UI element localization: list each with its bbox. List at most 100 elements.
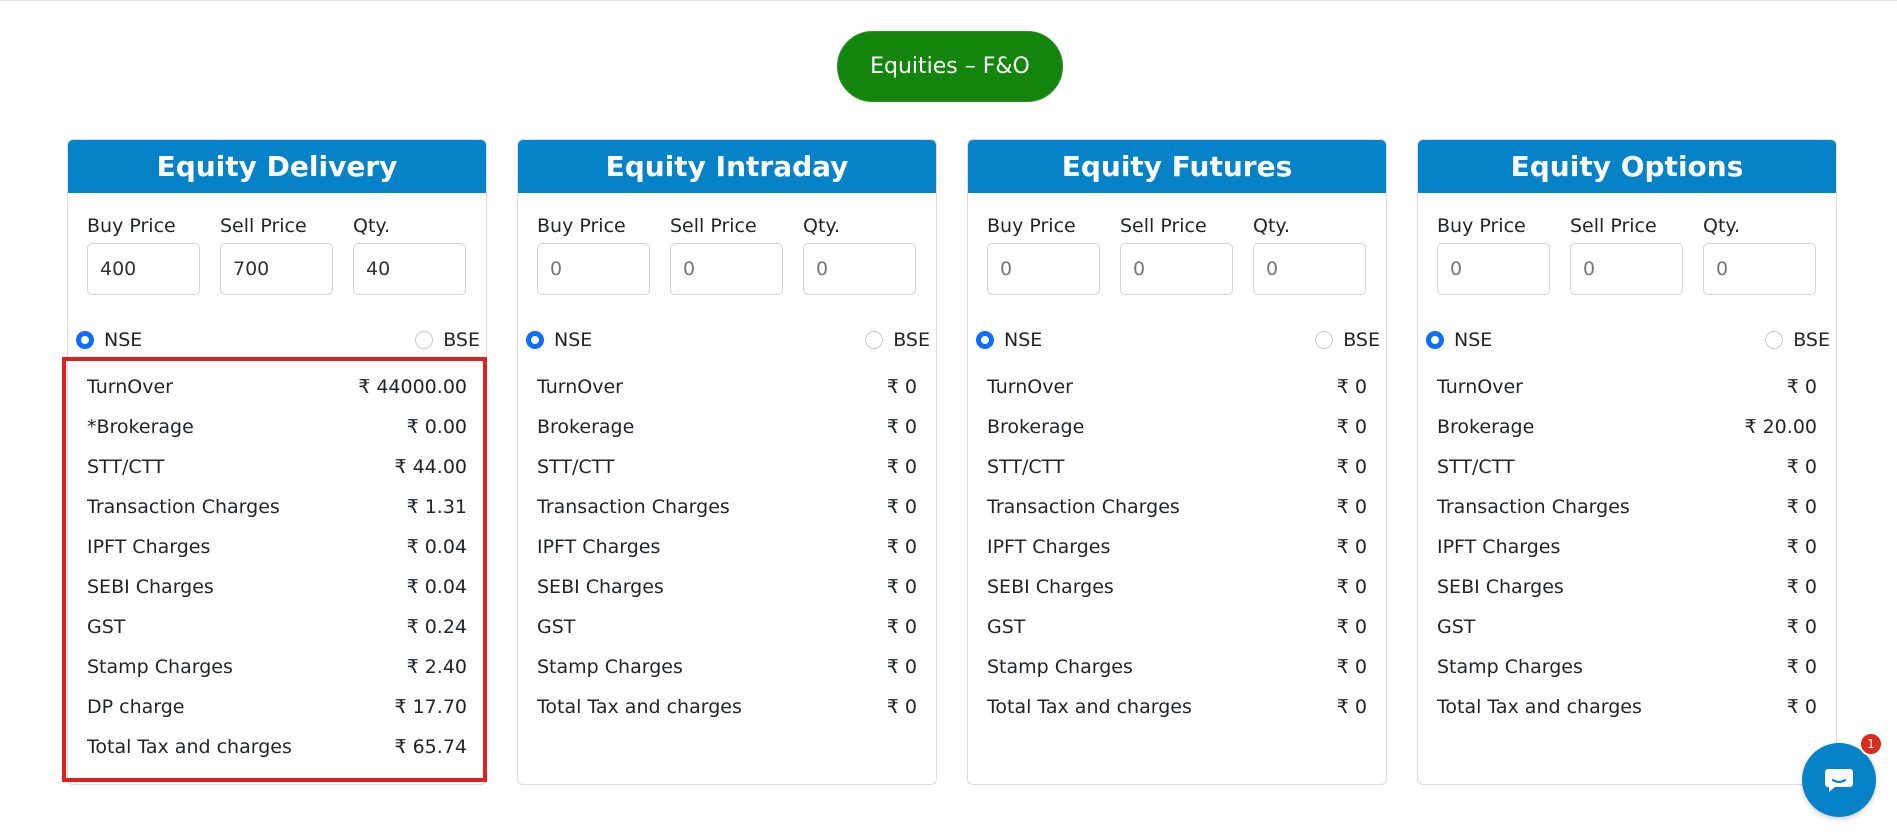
buy-price-input[interactable] xyxy=(537,243,650,295)
charge-label: TurnOver xyxy=(537,376,623,398)
nse-radio[interactable]: NSE xyxy=(76,329,142,351)
qty-label: Qty. xyxy=(1703,215,1740,237)
qty-input[interactable] xyxy=(1703,243,1816,295)
sell-price-input[interactable] xyxy=(220,243,333,295)
exchange-selector: NSE BSE xyxy=(76,329,480,355)
qty-label: Qty. xyxy=(803,215,840,237)
qty-field: Qty. xyxy=(803,213,916,295)
sell-price-field: Sell Price xyxy=(1120,213,1233,295)
charge-value: ₹ 0 xyxy=(1786,456,1817,478)
sell-price-field: Sell Price xyxy=(1570,213,1683,295)
charge-label: STT/CTT xyxy=(87,456,165,478)
charge-value: ₹ 0 xyxy=(1786,576,1817,598)
charge-label: IPFT Charges xyxy=(537,536,661,558)
charge-label: SEBI Charges xyxy=(1437,576,1564,598)
charge-value: ₹ 44.00 xyxy=(394,456,467,478)
bse-radio[interactable]: BSE xyxy=(415,329,480,351)
qty-field: Qty. xyxy=(1253,213,1366,295)
charge-value: ₹ 0 xyxy=(1336,656,1367,678)
charge-row-ipft: IPFT Charges ₹ 0 xyxy=(537,527,917,567)
qty-label: Qty. xyxy=(353,215,390,237)
sell-price-input[interactable] xyxy=(1120,243,1233,295)
qty-field: Qty. xyxy=(1703,213,1816,295)
charge-row-stamp: Stamp Charges ₹ 2.40 xyxy=(87,647,467,687)
radio-selected-icon xyxy=(526,331,544,349)
charge-row-gst: GST ₹ 0 xyxy=(987,607,1367,647)
qty-field: Qty. xyxy=(353,213,466,295)
charge-value: ₹ 1.31 xyxy=(406,496,467,518)
charge-row-transaction: Transaction Charges ₹ 0 xyxy=(987,487,1367,527)
bse-label: BSE xyxy=(893,329,930,351)
qty-input[interactable] xyxy=(353,243,466,295)
buy-price-input[interactable] xyxy=(987,243,1100,295)
nse-label: NSE xyxy=(554,329,593,351)
charge-label: Transaction Charges xyxy=(537,496,730,518)
charge-value: ₹ 0 xyxy=(886,656,917,678)
sell-price-label: Sell Price xyxy=(1570,215,1657,237)
nse-radio[interactable]: NSE xyxy=(976,329,1042,351)
bse-radio[interactable]: BSE xyxy=(865,329,930,351)
charge-label: STT/CTT xyxy=(1437,456,1515,478)
buy-price-input[interactable] xyxy=(87,243,200,295)
buy-price-input[interactable] xyxy=(1437,243,1550,295)
charge-label: Total Tax and charges xyxy=(537,696,742,718)
charge-row-sebi: SEBI Charges ₹ 0 xyxy=(537,567,917,607)
charge-value: ₹ 0 xyxy=(1336,416,1367,438)
charges-list: TurnOver ₹ 0 Brokerage ₹ 0 STT/CTT ₹ 0 Tran… xyxy=(987,367,1367,727)
charges-list: TurnOver ₹ 0 Brokerage ₹ 20.00 STT/CTT ₹ 0 … xyxy=(1437,367,1817,727)
charge-value: ₹ 0 xyxy=(886,496,917,518)
charge-value: ₹ 0.04 xyxy=(406,536,467,558)
charge-label: *Brokerage xyxy=(87,416,194,438)
card-equity-intraday: Equity Intraday Buy Price Sell Price Qty… xyxy=(517,139,937,785)
sell-price-field: Sell Price xyxy=(220,213,333,295)
card-title: Equity Options xyxy=(1418,140,1836,193)
buy-price-field: Buy Price xyxy=(537,213,650,295)
charge-row-stt: STT/CTT ₹ 0 xyxy=(537,447,917,487)
inputs-row: Buy Price Sell Price Qty. xyxy=(987,213,1367,295)
buy-price-label: Buy Price xyxy=(987,215,1076,237)
charge-value: ₹ 0 xyxy=(1786,656,1817,678)
bse-label: BSE xyxy=(1793,329,1830,351)
nse-radio[interactable]: NSE xyxy=(1426,329,1492,351)
nse-radio[interactable]: NSE xyxy=(526,329,592,351)
card-equity-options: Equity Options Buy Price Sell Price Qty.… xyxy=(1417,139,1837,785)
charge-value: ₹ 0 xyxy=(1786,696,1817,718)
buy-price-field: Buy Price xyxy=(987,213,1100,295)
sell-price-label: Sell Price xyxy=(220,215,307,237)
qty-input[interactable] xyxy=(1253,243,1366,295)
charge-row-total: Total Tax and charges ₹ 65.74 xyxy=(87,727,467,767)
charge-value: ₹ 0 xyxy=(886,616,917,638)
inputs-row: Buy Price Sell Price Qty. xyxy=(1437,213,1817,295)
qty-input[interactable] xyxy=(803,243,916,295)
charge-label: SEBI Charges xyxy=(537,576,664,598)
charge-row-turnover: TurnOver ₹ 0 xyxy=(1437,367,1817,407)
charge-value: ₹ 0.00 xyxy=(406,416,467,438)
sell-price-input[interactable] xyxy=(670,243,783,295)
bse-radio[interactable]: BSE xyxy=(1765,329,1830,351)
charge-row-brokerage: Brokerage ₹ 0 xyxy=(537,407,917,447)
charge-row-gst: GST ₹ 0 xyxy=(1437,607,1817,647)
inputs-row: Buy Price Sell Price Qty. xyxy=(537,213,917,295)
card-title: Equity Futures xyxy=(968,140,1386,193)
charge-label: STT/CTT xyxy=(537,456,615,478)
sell-price-input[interactable] xyxy=(1570,243,1683,295)
buy-price-label: Buy Price xyxy=(1437,215,1526,237)
charge-row-turnover: TurnOver ₹ 44000.00 xyxy=(87,367,467,407)
charge-value: ₹ 65.74 xyxy=(394,736,467,758)
charge-label: STT/CTT xyxy=(987,456,1065,478)
segment-toggle-button[interactable]: Equities – F&O xyxy=(837,31,1063,102)
chat-bubble-icon xyxy=(1825,769,1853,792)
bse-label: BSE xyxy=(1343,329,1380,351)
bse-radio[interactable]: BSE xyxy=(1315,329,1380,351)
charge-row-turnover: TurnOver ₹ 0 xyxy=(987,367,1367,407)
charge-value: ₹ 0 xyxy=(1786,376,1817,398)
charges-list: TurnOver ₹ 0 Brokerage ₹ 0 STT/CTT ₹ 0 Tran… xyxy=(537,367,917,727)
charge-row-brokerage: *Brokerage ₹ 0.00 xyxy=(87,407,467,447)
buy-price-field: Buy Price xyxy=(1437,213,1550,295)
bse-label: BSE xyxy=(443,329,480,351)
charges-list: TurnOver ₹ 44000.00 *Brokerage ₹ 0.00 STT/… xyxy=(87,367,467,767)
charge-row-gst: GST ₹ 0 xyxy=(537,607,917,647)
charge-row-ipft: IPFT Charges ₹ 0 xyxy=(1437,527,1817,567)
exchange-selector: NSE BSE xyxy=(976,329,1380,355)
charge-row-transaction: Transaction Charges ₹ 0 xyxy=(1437,487,1817,527)
